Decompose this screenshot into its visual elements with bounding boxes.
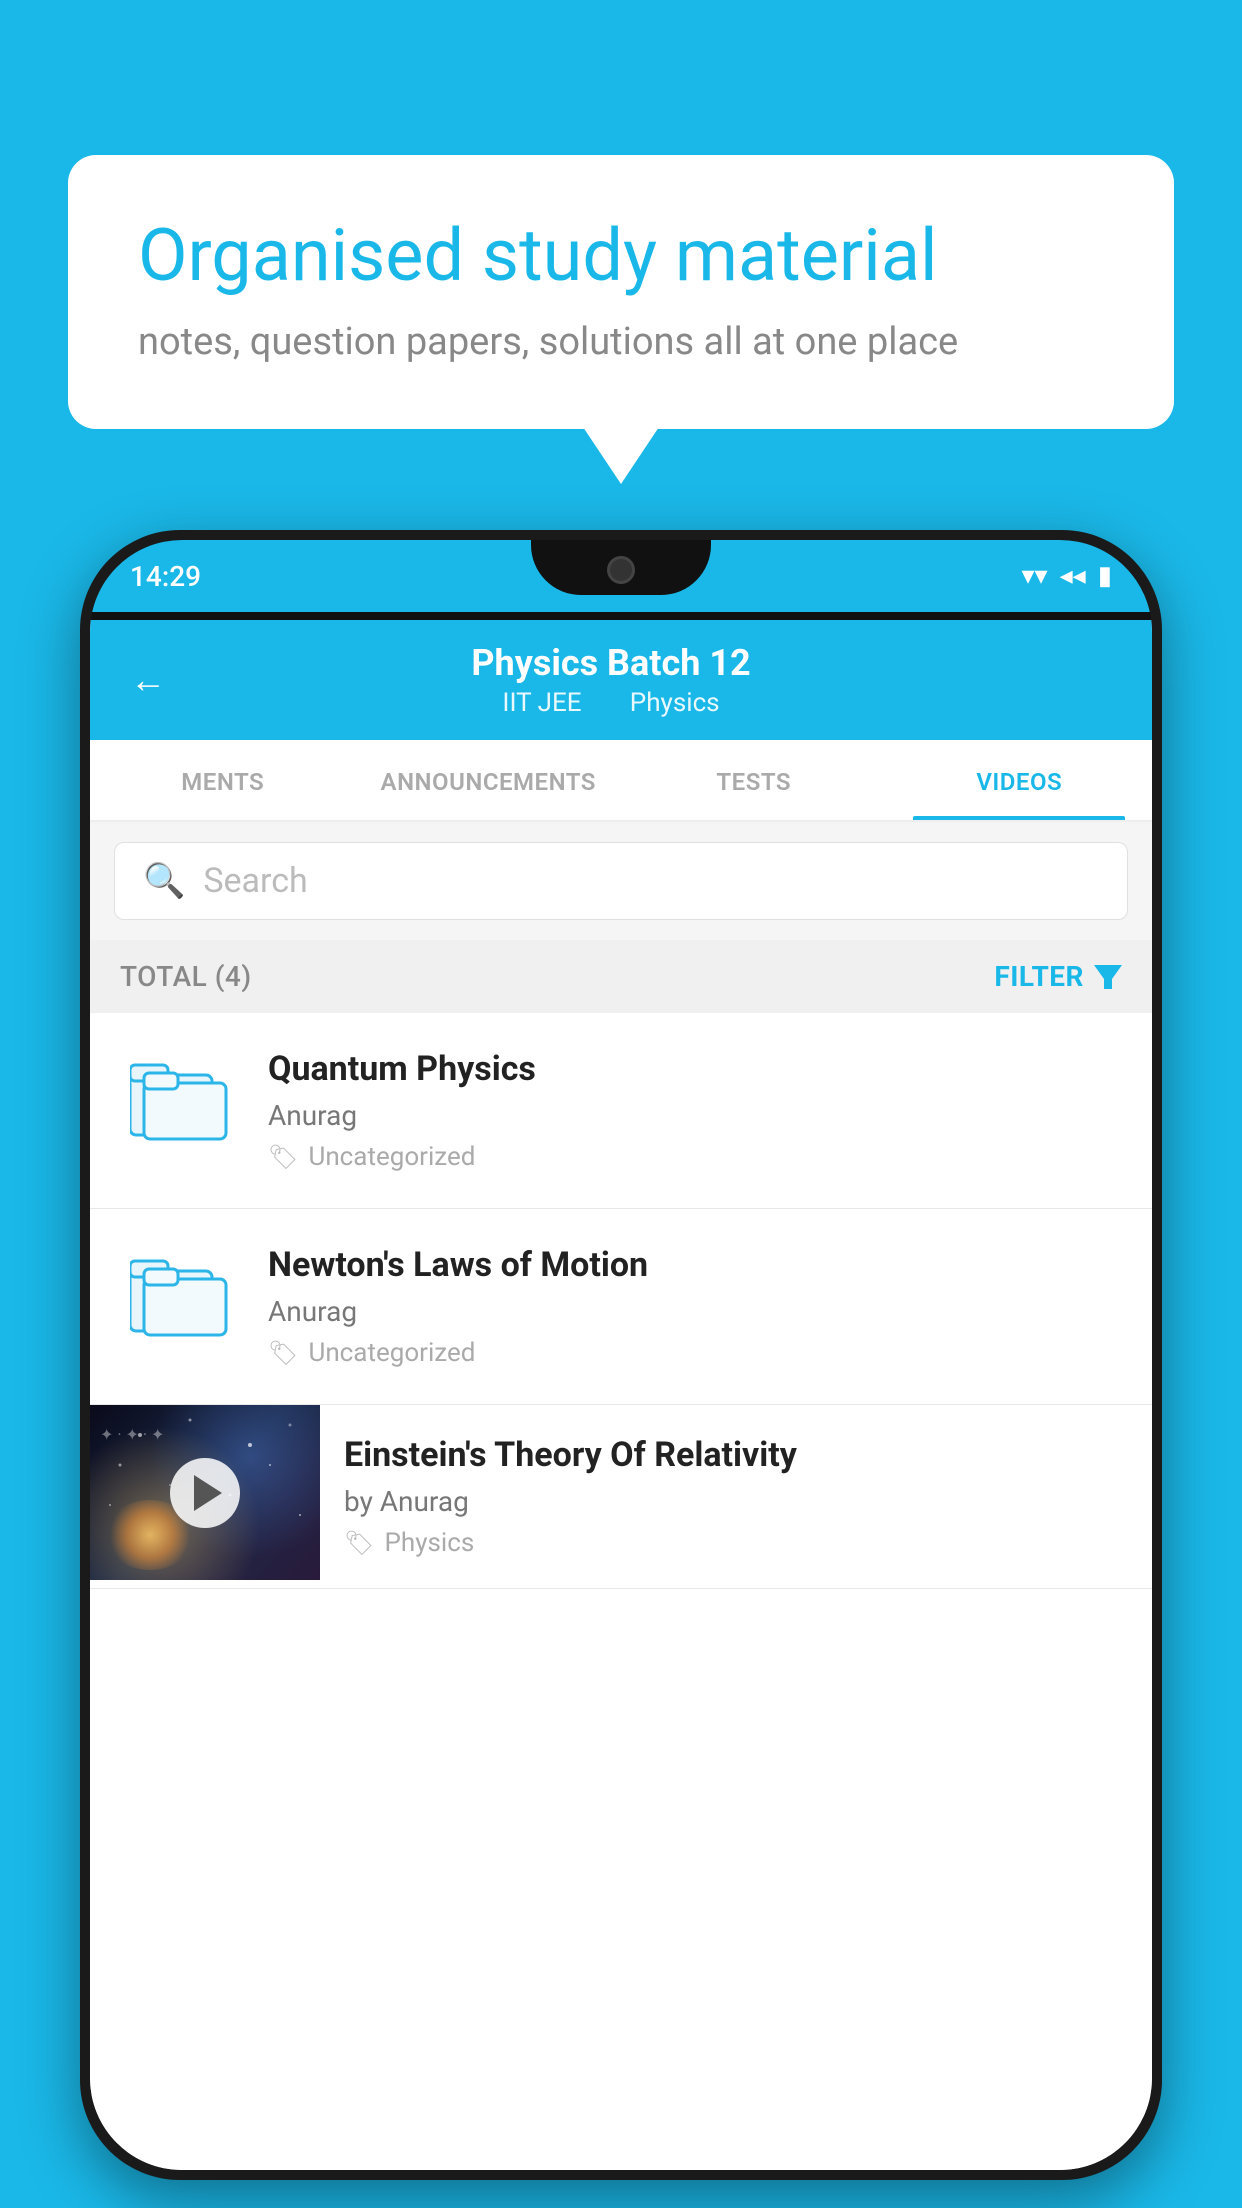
einstein-info: Einstein's Theory Of Relativity by Anura… — [320, 1405, 1152, 1588]
speech-bubble-title: Organised study material — [138, 215, 1104, 298]
tab-ments[interactable]: MENTS — [90, 740, 356, 820]
speech-bubble-container: Organised study material notes, question… — [68, 155, 1174, 429]
tag-icon-quantum: 🏷 — [268, 1143, 298, 1171]
video-title-newton: Newton's Laws of Motion — [268, 1245, 1122, 1285]
video-thumb-quantum — [120, 1049, 240, 1149]
filter-button[interactable]: FILTER — [994, 960, 1122, 993]
video-item-quantum[interactable]: Quantum Physics Anurag 🏷 Uncategorized — [90, 1013, 1152, 1209]
header-tag-physics: Physics — [630, 688, 720, 718]
back-button[interactable]: ← — [130, 659, 166, 701]
search-placeholder: Search — [203, 861, 307, 901]
einstein-author: by Anurag — [344, 1485, 1128, 1518]
video-info-newton: Newton's Laws of Motion Anurag 🏷 Uncateg… — [268, 1245, 1122, 1368]
play-triangle-icon — [194, 1475, 222, 1511]
app-header: ← Physics Batch 12 IIT JEE Physics — [90, 620, 1152, 740]
header-subtitle: IIT JEE Physics — [186, 688, 1036, 718]
header-title: Physics Batch 12 — [186, 642, 1036, 684]
search-icon: 🔍 — [143, 861, 185, 901]
wifi-icon: ▾▾ — [1021, 561, 1047, 591]
tab-tests[interactable]: TESTS — [621, 740, 887, 820]
tabs-bar: MENTS ANNOUNCEMENTS TESTS VIDEOS — [90, 740, 1152, 822]
video-info-quantum: Quantum Physics Anurag 🏷 Uncategorized — [268, 1049, 1122, 1172]
play-button-einstein[interactable] — [170, 1458, 240, 1528]
filter-icon — [1094, 965, 1122, 989]
search-box[interactable]: 🔍 Search — [114, 842, 1128, 920]
folder-icon-quantum — [130, 1057, 230, 1142]
phone-screen: 14:29 ▾▾ ◂◂ ▮ ← Physics Batch 12 IIT JEE… — [90, 540, 1152, 2170]
tag-icon-einstein: 🏷 — [344, 1529, 374, 1557]
video-thumb-newton — [120, 1245, 240, 1345]
phone-frame: 14:29 ▾▾ ◂◂ ▮ ← Physics Batch 12 IIT JEE… — [80, 530, 1162, 2180]
filter-bar: TOTAL (4) FILTER — [90, 940, 1152, 1013]
video-author-quantum: Anurag — [268, 1099, 1122, 1132]
signal-icon: ◂◂ — [1060, 561, 1086, 591]
folder-icon-newton — [130, 1253, 230, 1338]
tab-announcements[interactable]: ANNOUNCEMENTS — [356, 740, 622, 820]
tab-videos[interactable]: VIDEOS — [887, 740, 1153, 820]
video-item-newton[interactable]: Newton's Laws of Motion Anurag 🏷 Uncateg… — [90, 1209, 1152, 1405]
status-time: 14:29 — [130, 560, 201, 593]
einstein-thumbnail — [90, 1405, 320, 1580]
einstein-title: Einstein's Theory Of Relativity — [344, 1435, 1128, 1475]
speech-bubble-subtitle: notes, question papers, solutions all at… — [138, 320, 1104, 364]
video-item-einstein[interactable]: Einstein's Theory Of Relativity by Anura… — [90, 1405, 1152, 1589]
video-tag-quantum: 🏷 Uncategorized — [268, 1142, 1122, 1172]
video-title-quantum: Quantum Physics — [268, 1049, 1122, 1089]
total-count: TOTAL (4) — [120, 960, 252, 993]
status-icons: ▾▾ ◂◂ ▮ — [1021, 561, 1112, 591]
header-title-block: Physics Batch 12 IIT JEE Physics — [186, 642, 1036, 718]
front-camera — [607, 556, 635, 584]
header-tag-iit: IIT JEE — [502, 688, 581, 718]
video-author-newton: Anurag — [268, 1295, 1122, 1328]
search-container: 🔍 Search — [90, 822, 1152, 940]
video-tag-newton: 🏷 Uncategorized — [268, 1338, 1122, 1368]
screen-content: ← Physics Batch 12 IIT JEE Physics MENTS — [90, 620, 1152, 2170]
einstein-tag: 🏷 Physics — [344, 1528, 1128, 1558]
video-list: Quantum Physics Anurag 🏷 Uncategorized — [90, 1013, 1152, 2170]
phone-notch — [531, 540, 711, 595]
tag-icon-newton: 🏷 — [268, 1339, 298, 1367]
speech-bubble: Organised study material notes, question… — [68, 155, 1174, 429]
battery-icon: ▮ — [1098, 561, 1112, 591]
